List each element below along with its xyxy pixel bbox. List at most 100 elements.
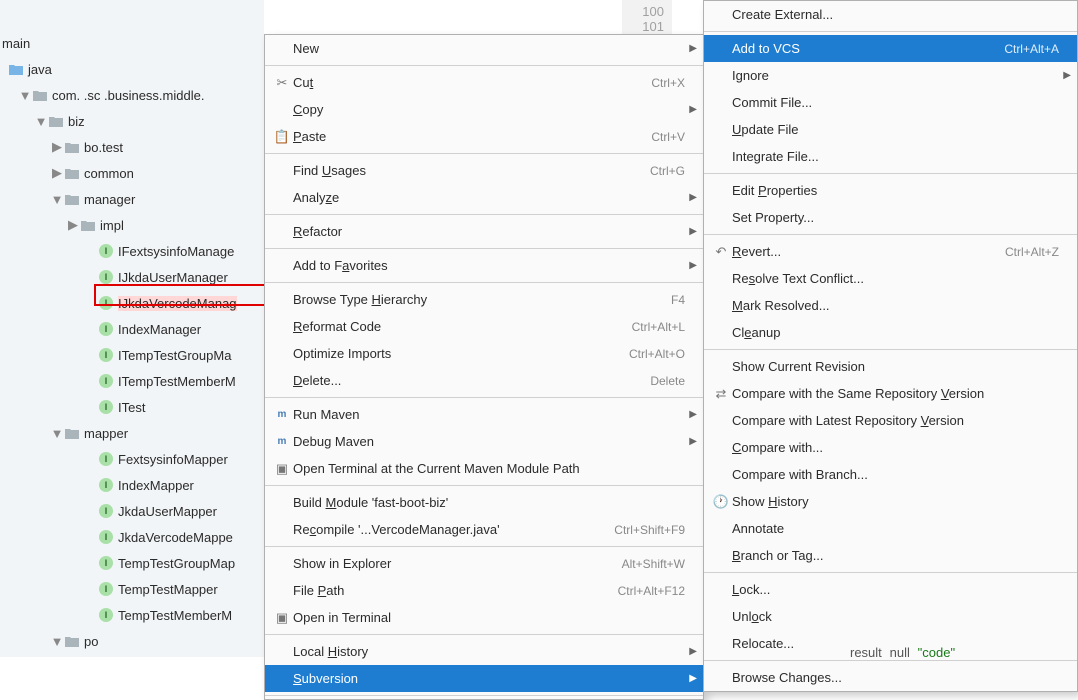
code-fragment: result null "code" [850, 645, 955, 661]
menu-debug-maven[interactable]: mDebug Maven▶ [265, 428, 703, 455]
menu-create-external[interactable]: Create External... [704, 1, 1077, 28]
menu-browse-hierarchy[interactable]: Browse Type HierarchyF4 [265, 286, 703, 313]
menu-edit-properties[interactable]: Edit Properties [704, 177, 1077, 204]
menu-optimize-imports[interactable]: Optimize ImportsCtrl+Alt+O [265, 340, 703, 367]
menu-add-to-vcs[interactable]: Add to VCSCtrl+Alt+A [704, 35, 1077, 62]
menu-compare-same[interactable]: ⇄Compare with the Same Repository Versio… [704, 380, 1077, 407]
submenu-arrow-icon: ▶ [689, 646, 697, 657]
tree-node-manager[interactable]: ▼manager [0, 186, 264, 212]
menu-build-module[interactable]: Build Module 'fast-boot-biz' [265, 489, 703, 516]
menu-local-history[interactable]: Local History▶ [265, 638, 703, 665]
menu-copy[interactable]: Copy▶ [265, 96, 703, 123]
tree-file[interactable]: IITest [0, 394, 264, 420]
menu-commit-file[interactable]: Commit File... [704, 89, 1077, 116]
tree-file[interactable]: IFextsysinfoMapper [0, 446, 264, 472]
separator [704, 349, 1077, 350]
tree-file[interactable]: IIJkdaUserManager [0, 264, 264, 290]
submenu-arrow-icon: ▶ [689, 260, 697, 271]
interface-icon: I [98, 503, 114, 519]
separator [704, 234, 1077, 235]
tree-file[interactable]: IJkdaUserMapper [0, 498, 264, 524]
menu-recompile[interactable]: Recompile '...VercodeManager.java'Ctrl+S… [265, 516, 703, 543]
menu-find-usages[interactable]: Find UsagesCtrl+G [265, 157, 703, 184]
menu-refactor[interactable]: Refactor▶ [265, 218, 703, 245]
interface-icon: I [98, 373, 114, 389]
terminal-icon: ▣ [271, 610, 293, 626]
separator [265, 397, 703, 398]
tree-node-pkg[interactable]: ▼com. .sc .business.middle. [0, 82, 264, 108]
folder-icon [8, 61, 24, 77]
separator [704, 31, 1077, 32]
menu-reformat[interactable]: Reformat CodeCtrl+Alt+L [265, 313, 703, 340]
gutter: 100 101 [622, 0, 672, 38]
tree-node-po[interactable]: ▼po [0, 628, 264, 654]
menu-subversion[interactable]: Subversion▶ [265, 665, 703, 692]
menu-compare-branch[interactable]: Compare with Branch... [704, 461, 1077, 488]
tree-node-botest[interactable]: ▶bo.test [0, 134, 264, 160]
separator [704, 173, 1077, 174]
submenu-arrow-icon: ▶ [1063, 70, 1071, 81]
menu-open-terminal-maven[interactable]: ▣Open Terminal at the Current Maven Modu… [265, 455, 703, 482]
separator [265, 153, 703, 154]
compare-icon: ⇄ [710, 386, 732, 402]
maven-debug-icon: m [271, 436, 293, 447]
menu-favorites[interactable]: Add to Favorites▶ [265, 252, 703, 279]
project-tree[interactable]: main java ▼com. .sc .business.middle. ▼b… [0, 0, 264, 657]
tree-file[interactable]: IITempTestMemberM [0, 368, 264, 394]
interface-icon: I [98, 399, 114, 415]
tree-node-main[interactable]: main [0, 30, 264, 56]
menu-ignore[interactable]: Ignore▶ [704, 62, 1077, 89]
paste-icon: 📋 [271, 129, 293, 145]
tree-file[interactable]: ITempTestGroupMap [0, 550, 264, 576]
menu-resolve-conflict[interactable]: Resolve Text Conflict... [704, 265, 1077, 292]
tree-file-selected[interactable]: IIJkdaVercodeManag [0, 290, 264, 316]
tree-file[interactable]: ITempTestMemberM [0, 602, 264, 628]
maven-icon: m [271, 409, 293, 420]
interface-icon: I [98, 269, 114, 285]
tree-file[interactable]: IIFextsysinfoManage [0, 238, 264, 264]
tree-file[interactable]: IJkdaVercodeMappe [0, 524, 264, 550]
menu-revert[interactable]: ↶Revert...Ctrl+Alt+Z [704, 238, 1077, 265]
menu-update-file[interactable]: Update File [704, 116, 1077, 143]
menu-new[interactable]: New▶ [265, 35, 703, 62]
submenu-arrow-icon: ▶ [689, 104, 697, 115]
menu-show-revision[interactable]: Show Current Revision [704, 353, 1077, 380]
chevron-down-icon: ▼ [50, 192, 64, 207]
submenu-arrow-icon: ▶ [689, 43, 697, 54]
chevron-down-icon: ▼ [50, 426, 64, 441]
menu-open-terminal[interactable]: ▣Open in Terminal [265, 604, 703, 631]
tree-node-impl[interactable]: ▶impl [0, 212, 264, 238]
subversion-submenu: Create External... Add to VCSCtrl+Alt+A … [703, 0, 1078, 692]
tree-node-biz[interactable]: ▼biz [0, 108, 264, 134]
menu-branch-tag[interactable]: Branch or Tag... [704, 542, 1077, 569]
tree-file[interactable]: IIndexManager [0, 316, 264, 342]
menu-mark-resolved[interactable]: Mark Resolved... [704, 292, 1077, 319]
folder-icon [64, 425, 80, 441]
menu-compare-latest[interactable]: Compare with Latest Repository Version [704, 407, 1077, 434]
menu-show-explorer[interactable]: Show in ExplorerAlt+Shift+W [265, 550, 703, 577]
menu-integrate-file[interactable]: Integrate File... [704, 143, 1077, 170]
menu-set-property[interactable]: Set Property... [704, 204, 1077, 231]
tree-node-common[interactable]: ▶common [0, 160, 264, 186]
tree-node-mapper[interactable]: ▼mapper [0, 420, 264, 446]
menu-compare-with[interactable]: Compare with... [704, 434, 1077, 461]
interface-icon: I [98, 477, 114, 493]
menu-run-maven[interactable]: mRun Maven▶ [265, 401, 703, 428]
chevron-right-icon: ▶ [50, 165, 64, 181]
menu-paste[interactable]: 📋PasteCtrl+V [265, 123, 703, 150]
menu-annotate[interactable]: Annotate [704, 515, 1077, 542]
menu-lock[interactable]: Lock... [704, 576, 1077, 603]
menu-file-path[interactable]: File PathCtrl+Alt+F12 [265, 577, 703, 604]
menu-show-history[interactable]: 🕐Show History [704, 488, 1077, 515]
tree-file[interactable]: IITempTestGroupMa [0, 342, 264, 368]
tree-node-java[interactable]: java [0, 56, 264, 82]
menu-cut[interactable]: ✂CutCtrl+X [265, 69, 703, 96]
menu-analyze[interactable]: Analyze▶ [265, 184, 703, 211]
menu-browse-changes[interactable]: Browse Changes... [704, 664, 1077, 691]
menu-delete[interactable]: Delete...Delete [265, 367, 703, 394]
menu-cleanup[interactable]: Cleanup [704, 319, 1077, 346]
tree-file[interactable]: ITempTestMapper [0, 576, 264, 602]
tree-file[interactable]: IIndexMapper [0, 472, 264, 498]
separator [265, 214, 703, 215]
menu-unlock[interactable]: Unlock [704, 603, 1077, 630]
